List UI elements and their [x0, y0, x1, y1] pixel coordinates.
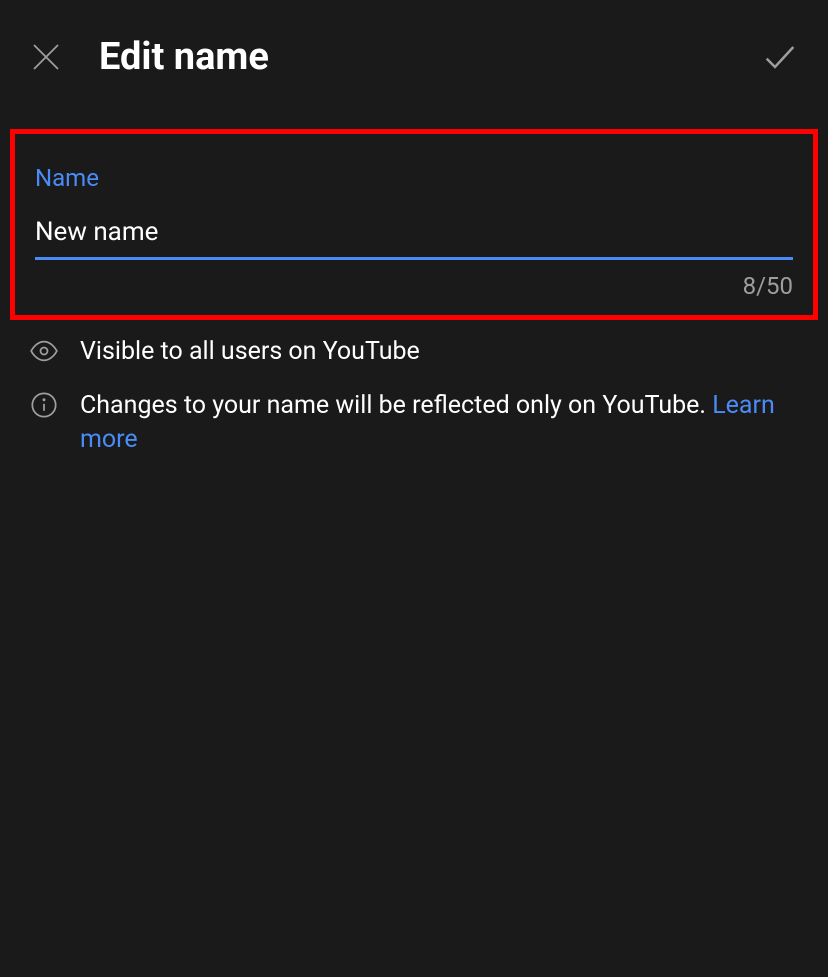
info-icon	[30, 391, 60, 421]
changes-text-container: Changes to your name will be reflected o…	[80, 389, 798, 457]
character-counter: 8/50	[35, 272, 793, 300]
close-icon[interactable]	[28, 39, 64, 75]
visibility-text: Visible to all users on YouTube	[80, 335, 420, 369]
header: Edit name	[0, 0, 828, 114]
changes-text: Changes to your name will be reflected o…	[80, 391, 712, 420]
name-input[interactable]	[35, 217, 793, 260]
header-left: Edit name	[28, 35, 269, 79]
eye-icon	[30, 337, 60, 367]
page-title: Edit name	[99, 35, 269, 79]
visibility-info-row: Visible to all users on YouTube	[30, 335, 798, 369]
name-form-section: Name 8/50	[10, 129, 818, 320]
name-field-label: Name	[35, 164, 793, 192]
changes-info-row: Changes to your name will be reflected o…	[30, 389, 798, 457]
info-section: Visible to all users on YouTube Changes …	[0, 320, 828, 491]
confirm-icon[interactable]	[760, 37, 800, 77]
